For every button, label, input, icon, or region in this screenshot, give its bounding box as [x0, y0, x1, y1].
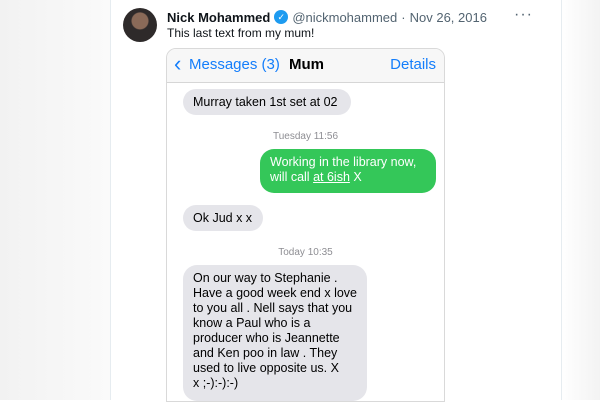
messages-navbar: ‹ Messages (3) Mum Details: [167, 49, 444, 83]
message-bubble-incoming: Murray taken 1st set at 02: [183, 89, 351, 115]
attached-image[interactable]: ‹ Messages (3) Mum Details Murray taken …: [166, 48, 445, 402]
tweet-text: This last text from my mum!: [167, 26, 315, 40]
message-text-end: X: [349, 170, 362, 184]
more-options-icon[interactable]: ···: [514, 7, 533, 23]
avatar[interactable]: [123, 8, 157, 42]
tweet-header: Nick Mohammed ✓ @nickmohammed · Nov 26, …: [167, 8, 487, 26]
contact-name: Mum: [289, 56, 324, 73]
background-right: [560, 0, 600, 400]
details-button: Details: [390, 56, 436, 73]
message-bubble-incoming: Ok Jud x x: [183, 205, 263, 231]
message-timestamp: Today 10:35: [278, 247, 333, 258]
message-bubble-outgoing: Working in the library now, will call at…: [260, 149, 436, 193]
message-time-link: at 6ish: [313, 170, 350, 184]
chevron-left-icon: ‹: [174, 51, 182, 76]
display-name[interactable]: Nick Mohammed: [167, 10, 270, 25]
message-bubble-incoming: On our way to Stephanie . Have a good we…: [183, 265, 367, 401]
messages-back-button: Messages (3): [189, 56, 280, 73]
background-left: [0, 0, 110, 400]
tweet-card[interactable]: Nick Mohammed ✓ @nickmohammed · Nov 26, …: [110, 0, 562, 402]
verified-badge-icon: ✓: [274, 10, 289, 24]
separator-dot: ·: [401, 9, 406, 25]
message-timestamp: Tuesday 11:56: [272, 131, 339, 142]
tweet-date[interactable]: Nov 26, 2016: [410, 10, 487, 25]
handle[interactable]: @nickmohammed: [292, 10, 397, 25]
